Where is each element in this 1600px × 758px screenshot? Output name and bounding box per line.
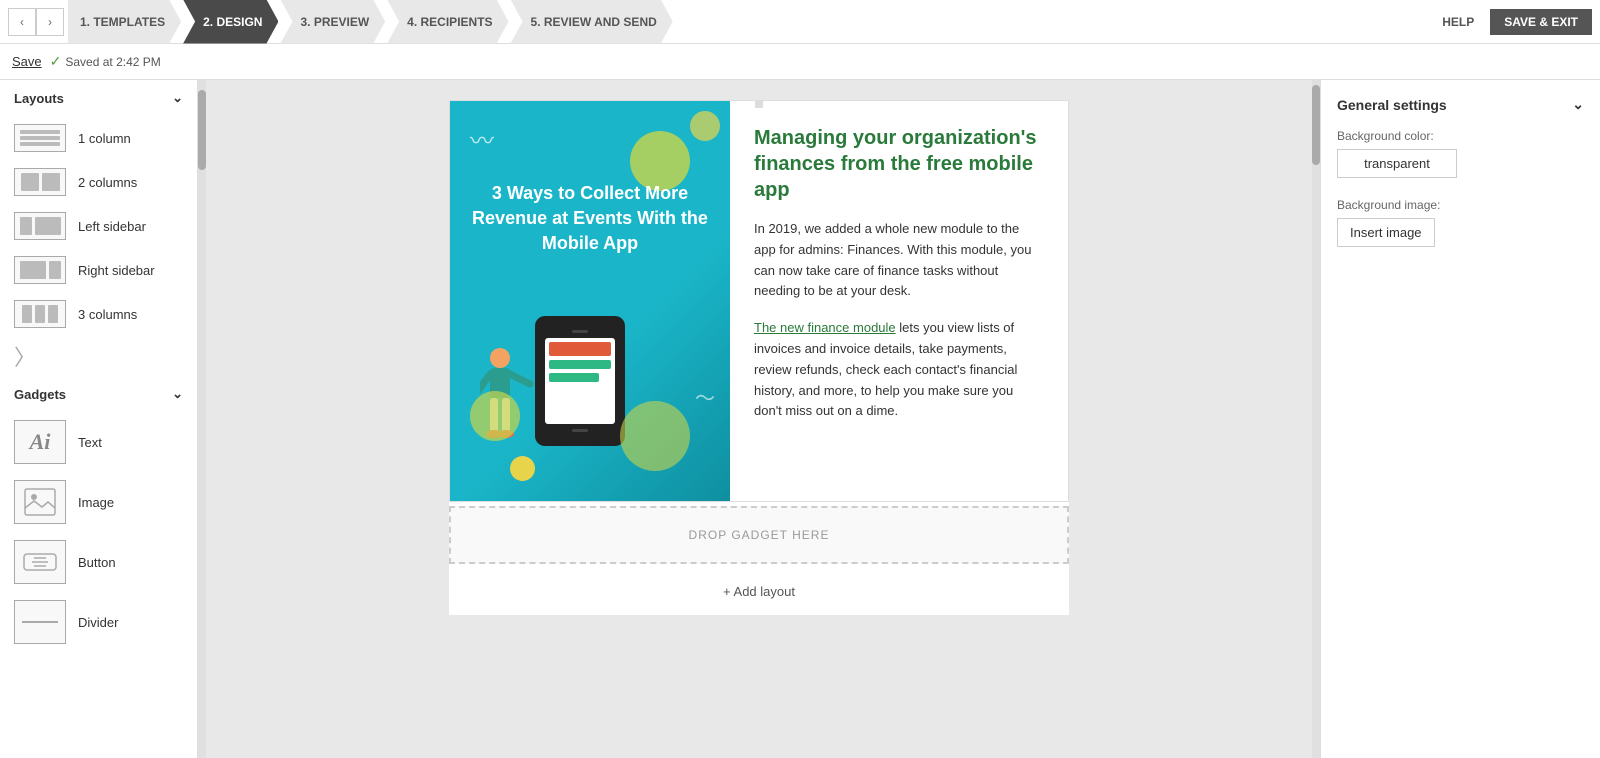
- layout-left-sidebar-label: Left sidebar: [78, 219, 146, 234]
- layout-right-sidebar-icon: [14, 256, 66, 284]
- cursor-hint: 〉: [0, 336, 197, 376]
- gadget-text-label: Text: [78, 435, 102, 450]
- gadget-divider-icon: [14, 600, 66, 644]
- image-overlay-text: 3 Ways to Collect More Revenue at Events…: [450, 181, 730, 257]
- deco-wave-2: 〜: [695, 382, 715, 411]
- content-text: Managing your organization's finances fr…: [730, 101, 1068, 501]
- center-canvas: 〰 3 Ways to Collect More Revenue at Even…: [206, 80, 1312, 758]
- gadget-image-label: Image: [78, 495, 114, 510]
- nav-step-review-send[interactable]: 5. REVIEW AND SEND: [511, 0, 673, 44]
- right-panel: General settings ⌄ Background color: tra…: [1320, 80, 1600, 758]
- drop-zone[interactable]: DROP GADGET HERE: [449, 506, 1069, 564]
- gadget-text-icon: Ai: [14, 420, 66, 464]
- content-image[interactable]: 〰 3 Ways to Collect More Revenue at Even…: [450, 101, 730, 501]
- bg-image-setting: Background image: Insert image: [1337, 198, 1584, 247]
- gadget-button[interactable]: Button: [0, 532, 197, 592]
- layout-1-column[interactable]: 1 column: [0, 116, 197, 160]
- add-layout-button[interactable]: + Add layout: [449, 568, 1069, 615]
- layout-2-columns-label: 2 columns: [78, 175, 137, 190]
- right-panel-title: General settings: [1337, 97, 1447, 113]
- nav-prev-button[interactable]: ‹: [8, 8, 36, 36]
- layout-2-columns-icon: [14, 168, 66, 196]
- layout-3-columns-icon: [14, 300, 66, 328]
- saved-status: ✓ Saved at 2:42 PM: [50, 53, 161, 70]
- gadgets-section-header[interactable]: Gadgets ⌄: [0, 376, 197, 412]
- save-link[interactable]: Save: [12, 54, 42, 69]
- bg-color-button[interactable]: transparent: [1337, 149, 1457, 178]
- content-title: Managing your organization's finances fr…: [754, 125, 1044, 203]
- nav-next-button[interactable]: ›: [36, 8, 64, 36]
- gadgets-chevron-icon: ⌄: [172, 386, 183, 402]
- left-scrollbar[interactable]: [198, 80, 206, 758]
- layout-right-sidebar[interactable]: Right sidebar: [0, 248, 197, 292]
- content-body-2: The new finance module lets you view lis…: [754, 318, 1044, 422]
- toolbar: Save ✓ Saved at 2:42 PM: [0, 44, 1600, 80]
- gadget-divider[interactable]: Divider: [0, 592, 197, 652]
- layout-left-sidebar[interactable]: Left sidebar: [0, 204, 197, 248]
- save-exit-button[interactable]: SAVE & EXIT: [1490, 9, 1592, 35]
- nav-step-recipients[interactable]: 4. RECIPIENTS: [387, 0, 508, 44]
- layout-3-columns-label: 3 columns: [78, 307, 137, 322]
- deco-circle-5: [620, 401, 690, 471]
- top-nav: ‹ › 1. TEMPLATES 2. DESIGN 3. PREVIEW 4.…: [0, 0, 1600, 44]
- gadget-image[interactable]: Image: [0, 472, 197, 532]
- bg-color-label: Background color:: [1337, 129, 1584, 143]
- gadget-button-label: Button: [78, 555, 116, 570]
- layout-left-sidebar-icon: [14, 212, 66, 240]
- main-layout: Layouts ⌄ 1 column 2 columns: [0, 80, 1600, 758]
- bg-image-label: Background image:: [1337, 198, 1584, 212]
- gadget-divider-label: Divider: [78, 615, 118, 630]
- layouts-chevron-icon: ⌄: [172, 90, 183, 106]
- nav-step-preview[interactable]: 3. PREVIEW: [280, 0, 385, 44]
- check-icon: ✓: [50, 53, 62, 70]
- email-canvas: 〰 3 Ways to Collect More Revenue at Even…: [449, 100, 1069, 615]
- layout-1-column-label: 1 column: [78, 131, 131, 146]
- insert-image-button[interactable]: Insert image: [1337, 218, 1435, 247]
- help-button[interactable]: HELP: [1442, 15, 1474, 29]
- right-panel-chevron-icon: ⌄: [1572, 96, 1584, 113]
- layout-right-sidebar-label: Right sidebar: [78, 263, 155, 278]
- content-block: 〰 3 Ways to Collect More Revenue at Even…: [449, 100, 1069, 502]
- gadget-image-icon: [14, 480, 66, 524]
- layout-2-columns[interactable]: 2 columns: [0, 160, 197, 204]
- phone-figure: [535, 316, 625, 446]
- gadget-button-icon: [14, 540, 66, 584]
- left-sidebar: Layouts ⌄ 1 column 2 columns: [0, 80, 198, 758]
- layouts-section-header[interactable]: Layouts ⌄: [0, 80, 197, 116]
- deco-wave-1: 〰: [470, 121, 494, 156]
- content-link[interactable]: The new finance module: [754, 320, 896, 335]
- bg-color-setting: Background color: transparent: [1337, 129, 1584, 178]
- gadget-text[interactable]: Ai Text: [0, 412, 197, 472]
- nav-step-templates[interactable]: 1. TEMPLATES: [68, 0, 181, 44]
- nav-right: HELP SAVE & EXIT: [1442, 9, 1592, 35]
- deco-circle-3: [470, 391, 520, 441]
- content-body-1: In 2019, we added a whole new module to …: [754, 219, 1044, 302]
- right-panel-header: General settings ⌄: [1337, 96, 1584, 113]
- nav-steps: 1. TEMPLATES 2. DESIGN 3. PREVIEW 4. REC…: [68, 0, 1442, 44]
- nav-step-design[interactable]: 2. DESIGN: [183, 0, 278, 44]
- layout-3-columns[interactable]: 3 columns: [0, 292, 197, 336]
- deco-circle-4: [510, 456, 535, 481]
- layout-1-column-icon: [14, 124, 66, 152]
- deco-circle-2: [690, 111, 720, 141]
- right-canvas-scrollbar[interactable]: [1312, 80, 1320, 758]
